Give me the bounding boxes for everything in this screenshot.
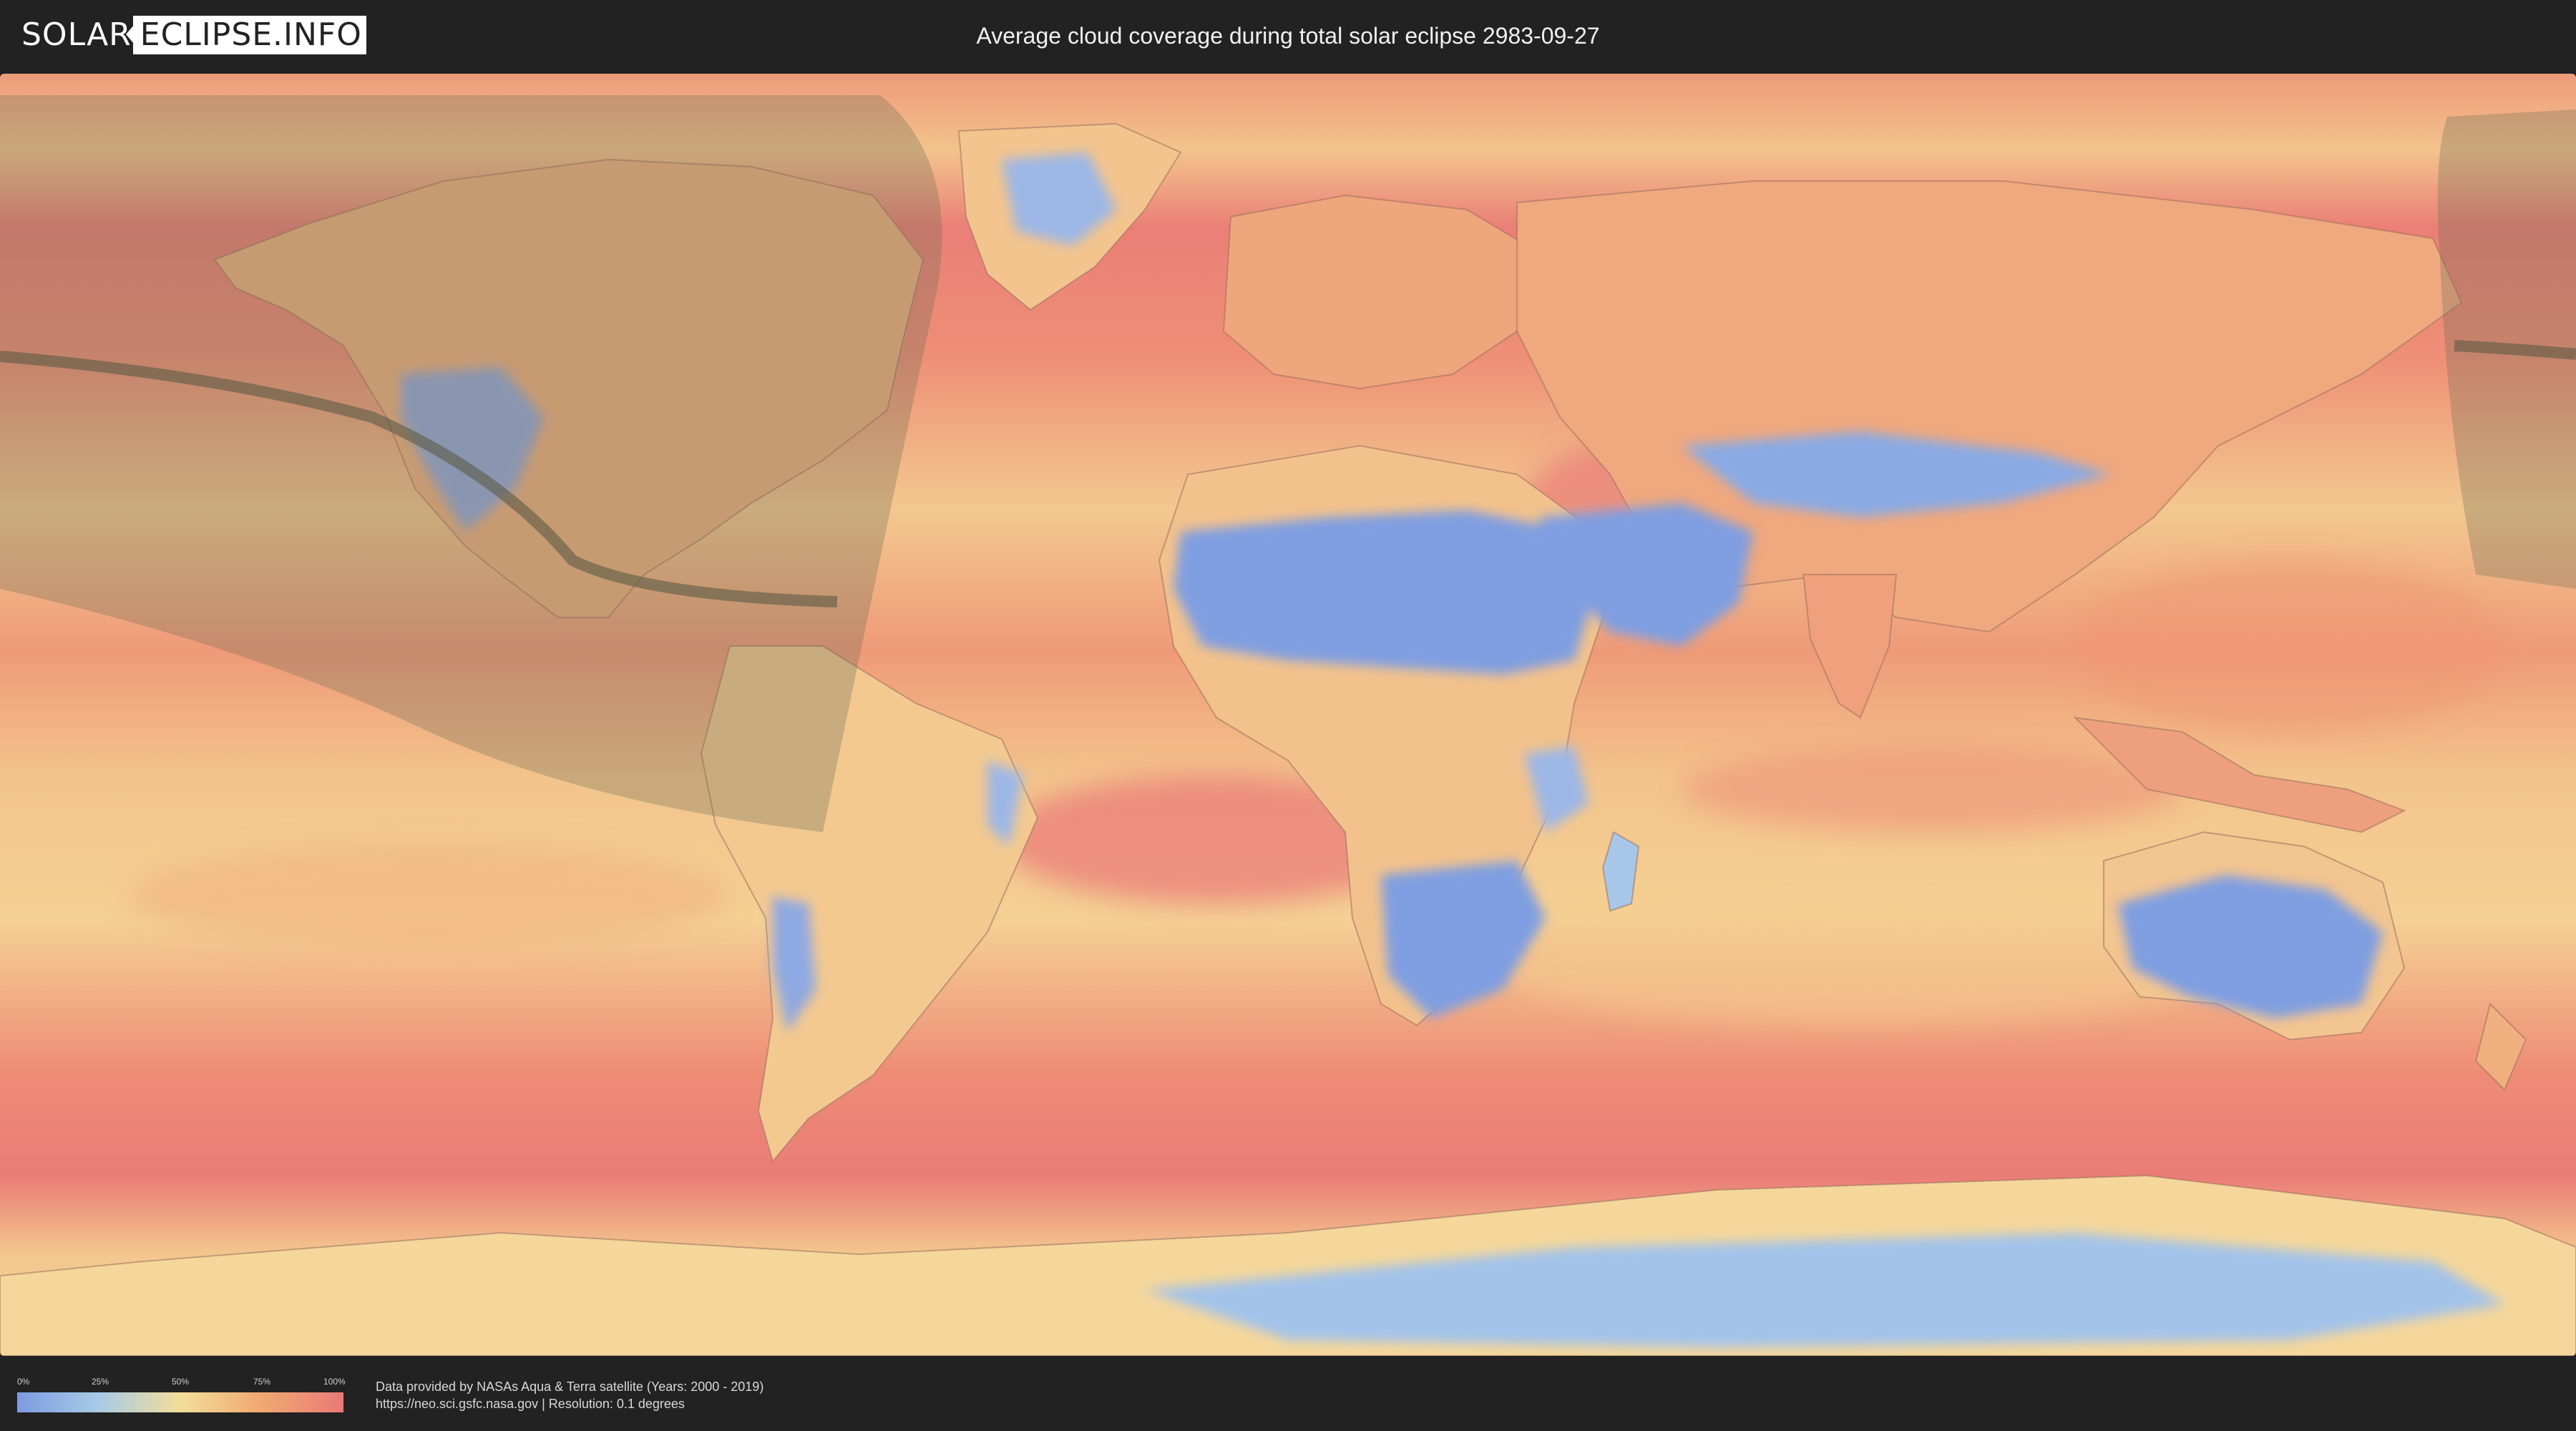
legend-color-bar <box>17 1392 343 1412</box>
legend-tick-100: 100% <box>323 1377 346 1387</box>
data-source-url[interactable]: https://neo.sci.gsfc.nasa.gov | Resoluti… <box>376 1395 763 1412</box>
footer-bar: 0% 25% 50% 75% 100% Data provided by NAS… <box>0 1359 2576 1431</box>
legend-tick-75: 75% <box>253 1377 271 1387</box>
clear-sahara <box>1174 510 1596 675</box>
legend-tick-0: 0% <box>17 1377 30 1387</box>
cloud-coverage-map[interactable] <box>0 74 2576 1356</box>
data-source-line: Data provided by NASAs Aqua & Terra sate… <box>376 1379 764 1394</box>
world-map-svg <box>0 74 2576 1356</box>
legend-tick-25: 25% <box>92 1377 109 1387</box>
legend-tick-50: 50% <box>172 1377 190 1387</box>
cloud-coverage-legend: 0% 25% 50% 75% 100% <box>17 1377 346 1414</box>
page-title: Average cloud coverage during total sola… <box>976 23 1600 49</box>
header-bar: SOLAR ECLIPSE.INFO Average cloud coverag… <box>0 0 2576 72</box>
data-source-note: Data provided by NASAs Aqua & Terra sate… <box>376 1378 763 1412</box>
legend-ticks: 0% 25% 50% 75% 100% <box>17 1377 346 1388</box>
